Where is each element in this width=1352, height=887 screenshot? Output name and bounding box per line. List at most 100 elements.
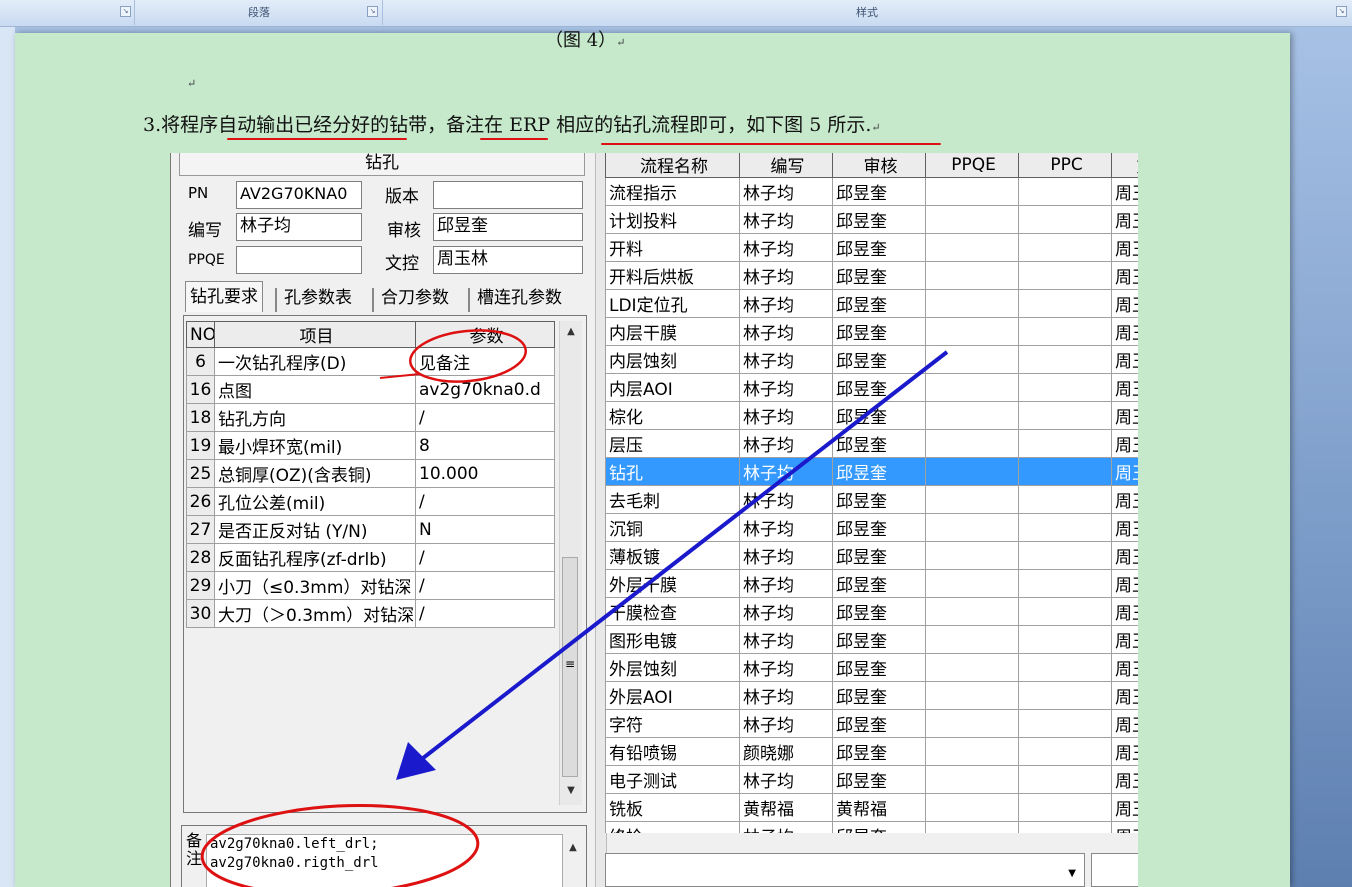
table-cell-reviewer[interactable]: 邱昱奎 (832, 485, 926, 514)
table-cell-ppc[interactable] (1018, 177, 1112, 206)
table-cell-ppqe[interactable] (925, 765, 1019, 794)
table-row[interactable]: 终检林子均邱昱奎 周玉 (605, 821, 1138, 833)
table-row[interactable]: 图形电镀林子均邱昱奎 周玉 (605, 625, 1138, 654)
table-row[interactable]: 28 反面钻孔程序(zf-drlb) / (186, 543, 555, 572)
table-cell-no[interactable]: 30 (186, 599, 215, 628)
table-cell-author[interactable]: 林子均 (739, 177, 833, 206)
table-cell-name[interactable]: 薄板镀 (605, 541, 740, 570)
table-cell-ppc[interactable] (1018, 597, 1112, 626)
table-cell-reviewer[interactable]: 邱昱奎 (832, 457, 926, 486)
table-row[interactable]: 去毛刺林子均邱昱奎 周玉 (605, 485, 1138, 514)
table-cell-ppqe[interactable] (925, 289, 1019, 318)
table-cell-ppc[interactable] (1018, 205, 1112, 234)
dialog-launcher-icon[interactable]: ↘ (120, 6, 131, 17)
table-row[interactable]: 沉铜林子均邱昱奎 周玉 (605, 513, 1138, 542)
table-cell-reviewer[interactable]: 邱昱奎 (832, 681, 926, 710)
table-cell-ppqe[interactable] (925, 653, 1019, 682)
table-cell-author[interactable]: 林子均 (739, 373, 833, 402)
column-header[interactable]: 项目 (214, 321, 416, 348)
table-row[interactable]: 薄板镀林子均邱昱奎 周玉 (605, 541, 1138, 570)
table-cell-ppc[interactable] (1018, 233, 1112, 262)
reviewer-field[interactable]: 邱昱奎 (433, 213, 583, 241)
table-cell-name[interactable]: 终检 (605, 821, 740, 833)
table-cell-param[interactable]: 见备注 (415, 347, 555, 376)
column-header[interactable]: PPC (1018, 153, 1112, 178)
table-cell-dc[interactable]: 周玉 (1111, 289, 1138, 318)
chevron-down-icon[interactable]: ▼ (1068, 868, 1076, 879)
scroll-up-icon[interactable]: ▲ (564, 840, 582, 856)
table-row[interactable]: 有铅喷锡颜晓娜邱昱奎 周玉 (605, 737, 1138, 766)
table-row[interactable]: 16 点图 av2g70kna0.d (186, 375, 555, 404)
table-cell-name[interactable]: 干膜检查 (605, 597, 740, 626)
column-header[interactable]: PPQE (925, 153, 1019, 178)
table-cell-item[interactable]: 最小焊环宽(mil) (214, 431, 416, 460)
table-cell-ppqe[interactable] (925, 625, 1019, 654)
table-cell-ppqe[interactable] (925, 737, 1019, 766)
doccontrol-field[interactable]: 周玉林 (433, 246, 583, 274)
tab-drill-requirements[interactable]: 钻孔要求 (185, 281, 263, 312)
table-cell-name[interactable]: 计划投料 (605, 205, 740, 234)
table-cell-author[interactable]: 林子均 (739, 261, 833, 290)
table-cell-name[interactable]: 字符 (605, 709, 740, 738)
table-cell-no[interactable]: 6 (186, 347, 215, 376)
version-field[interactable] (433, 181, 583, 209)
table-cell-ppqe[interactable] (925, 821, 1019, 833)
table-cell-author[interactable]: 黄帮福 (739, 793, 833, 822)
table-cell-name[interactable]: 层压 (605, 429, 740, 458)
table-cell-name[interactable]: 外层AOI (605, 681, 740, 710)
table-cell-reviewer[interactable]: 邱昱奎 (832, 597, 926, 626)
table-cell-dc[interactable]: 周玉 (1111, 541, 1138, 570)
table-cell-ppc[interactable] (1018, 457, 1112, 486)
table-cell-ppqe[interactable] (925, 261, 1019, 290)
table-cell-no[interactable]: 28 (186, 543, 215, 572)
table-cell-ppqe[interactable] (925, 709, 1019, 738)
table-row[interactable]: 29 小刀（≤0.3mm）对钻深 / (186, 571, 555, 600)
table-cell-author[interactable]: 林子均 (739, 429, 833, 458)
table-cell-no[interactable]: 27 (186, 515, 215, 544)
table-cell-ppc[interactable] (1018, 541, 1112, 570)
table-row[interactable]: 开料后烘板林子均邱昱奎 周玉 (605, 261, 1138, 290)
table-cell-dc[interactable]: 周玉 (1111, 765, 1138, 794)
table-cell-dc[interactable]: 周玉 (1111, 653, 1138, 682)
table-cell-reviewer[interactable]: 邱昱奎 (832, 737, 926, 766)
table-cell-name[interactable]: 图形电镀 (605, 625, 740, 654)
table-cell-ppc[interactable] (1018, 513, 1112, 542)
table-row[interactable]: 外层AOI林子均邱昱奎 周玉 (605, 681, 1138, 710)
table-cell-item[interactable]: 总铜厚(OZ)(含表铜) (214, 459, 416, 488)
bottom-combo-left[interactable]: ▼ (605, 853, 1085, 887)
table-cell-ppqe[interactable] (925, 681, 1019, 710)
table-row[interactable]: 计划投料林子均邱昱奎 周玉 (605, 205, 1138, 234)
table-cell-ppqe[interactable] (925, 485, 1019, 514)
scrollbar-thumb[interactable]: ≡ (562, 557, 578, 777)
column-header[interactable]: 流程名称 (605, 153, 740, 178)
table-row[interactable]: 开料林子均邱昱奎 周玉 (605, 233, 1138, 262)
table-cell-reviewer[interactable]: 邱昱奎 (832, 569, 926, 598)
table-row[interactable]: 内层蚀刻林子均邱昱奎 周玉 (605, 345, 1138, 374)
bottom-combo-right[interactable] (1091, 853, 1138, 887)
table-cell-dc[interactable]: 周玉 (1111, 177, 1138, 206)
table-row[interactable]: 铣板黄帮福黄帮福周玉 (605, 793, 1138, 822)
table-row[interactable]: 钻孔林子均邱昱奎 周玉 (605, 457, 1138, 486)
tab-combined-tool-params[interactable]: 合刀参数 (377, 283, 453, 313)
table-row[interactable]: LDI定位孔林子均邱昱奎 周玉 (605, 289, 1138, 318)
table-cell-dc[interactable]: 周玉 (1111, 597, 1138, 626)
table-cell-author[interactable]: 林子均 (739, 317, 833, 346)
table-cell-item[interactable]: 小刀（≤0.3mm）对钻深 (214, 571, 416, 600)
table-row[interactable]: 干膜检查林子均邱昱奎 周玉 (605, 597, 1138, 626)
table-cell-ppc[interactable] (1018, 401, 1112, 430)
table-cell-dc[interactable]: 周玉 (1111, 429, 1138, 458)
column-header[interactable]: NO (186, 321, 215, 348)
table-cell-name[interactable]: 电子测试 (605, 765, 740, 794)
table-cell-dc[interactable]: 周玉 (1111, 793, 1138, 822)
table-row[interactable]: 内层干膜林子均邱昱奎 周玉 (605, 317, 1138, 346)
table-cell-author[interactable]: 林子均 (739, 401, 833, 430)
table-cell-name[interactable]: 沉铜 (605, 513, 740, 542)
table-cell-ppc[interactable] (1018, 821, 1112, 833)
table-cell-item[interactable]: 是否正反对钻 (Y/N) (214, 515, 416, 544)
table-cell-no[interactable]: 26 (186, 487, 215, 516)
table-row[interactable]: 19 最小焊环宽(mil) 8 (186, 431, 555, 460)
tab-slot-hole-params[interactable]: 槽连孔参数 (473, 283, 566, 313)
table-cell-dc[interactable]: 周玉 (1111, 485, 1138, 514)
vertical-scrollbar[interactable]: ▲ ≡ ▼ (559, 321, 582, 805)
table-cell-author[interactable]: 林子均 (739, 765, 833, 794)
